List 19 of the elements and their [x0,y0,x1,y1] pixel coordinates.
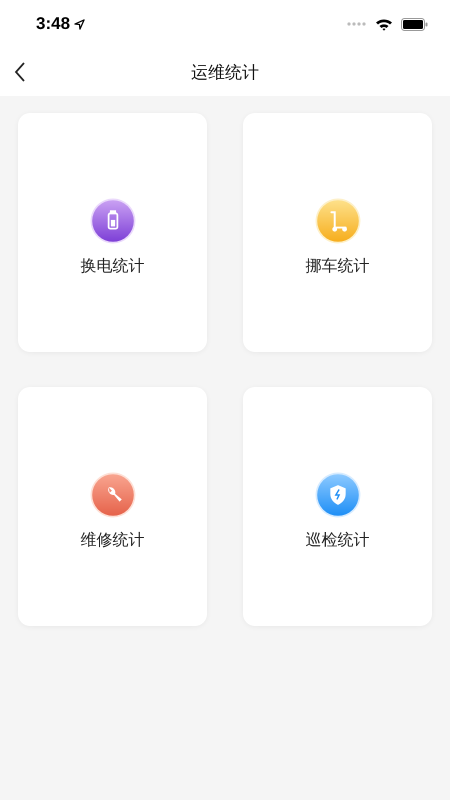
wifi-icon [375,18,393,30]
battery-status-icon [401,18,428,30]
signal-dots-icon [347,22,367,26]
card-label: 换电统计 [80,256,144,277]
cart-icon [314,198,360,244]
card-label: 巡检统计 [306,530,370,551]
card-label: 维修统计 [80,530,144,551]
status-time: 3:48 [36,14,70,34]
card-label: 挪车统计 [306,256,370,277]
stat-card[interactable]: 换电统计 [18,113,207,352]
page-title: 运维统计 [190,62,260,84]
shield-icon [314,472,360,518]
location-arrow-icon [74,18,86,30]
battery-icon [90,198,136,244]
stat-card[interactable]: 巡检统计 [243,387,432,626]
stat-card[interactable]: 挪车统计 [243,113,432,352]
wrench-icon [90,472,136,518]
back-icon [14,62,26,82]
stat-card[interactable]: 维修统计 [18,387,207,626]
